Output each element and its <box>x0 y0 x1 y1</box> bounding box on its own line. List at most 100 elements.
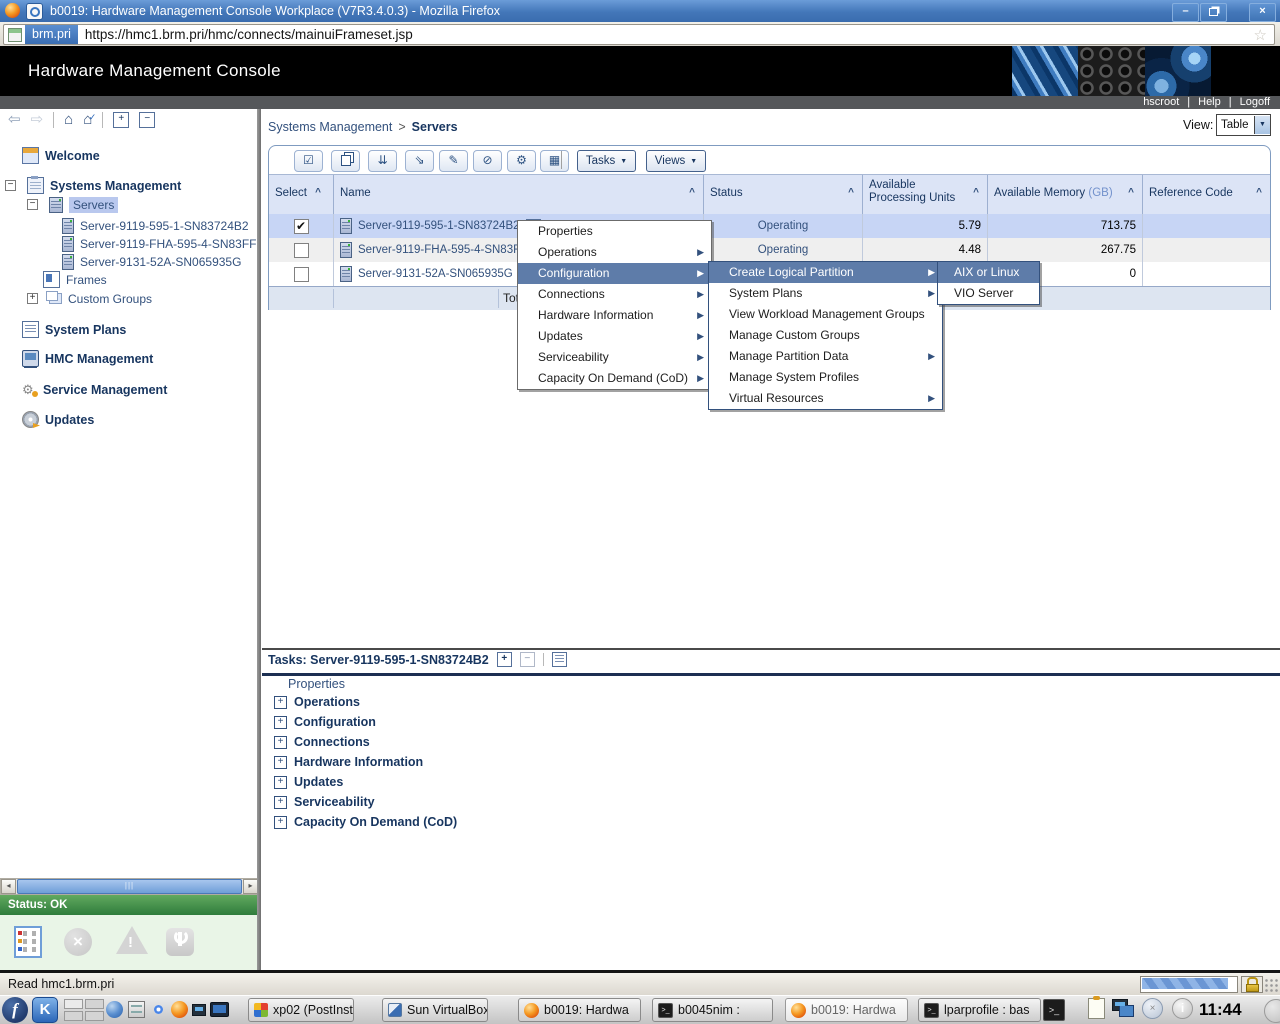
menu-item-virtual-resources[interactable]: Virtual Resources▶ <box>709 388 942 409</box>
menu-item-view-workload-management-groups[interactable]: View Workload Management Groups <box>709 304 942 325</box>
sidebar-item-hmc-management[interactable]: HMC Management <box>22 350 153 367</box>
menu-item-updates[interactable]: Updates▶ <box>518 326 711 347</box>
restore-button[interactable] <box>1200 3 1227 22</box>
user-link[interactable]: hscroot <box>1143 96 1179 109</box>
task-properties[interactable]: Properties <box>288 677 345 691</box>
tray-firefox-icon[interactable] <box>171 1001 188 1018</box>
sort-icon[interactable]: ^ <box>689 187 695 198</box>
column-header-processing-units[interactable]: Available Processing Units ^ <box>862 175 987 215</box>
status-service-icon[interactable] <box>166 928 194 956</box>
tray-archive-icon[interactable] <box>128 1001 145 1018</box>
tray-vnc-icon[interactable] <box>192 1004 206 1016</box>
url-text[interactable]: https://hmc1.brm.pri/hmc/connects/mainui… <box>85 27 413 42</box>
kde-menu-button[interactable]: K <box>32 997 58 1023</box>
sidebar-item-updates[interactable]: Updates <box>22 411 94 428</box>
taskbar-button-b0045nim[interactable]: >_ b0045nim : <box>652 998 773 1022</box>
sidebar-item-server-3[interactable]: Server-9131-52A-SN065935G <box>62 253 241 270</box>
sidebar-item-service-management[interactable]: ⚙ Service Management <box>22 381 167 398</box>
reset-columns-icon[interactable]: ▦ <box>540 150 569 172</box>
row-checkbox-checked[interactable]: ✔ <box>294 219 309 234</box>
task-group-updates[interactable]: + Updates <box>274 775 343 789</box>
task-group-capacity-on-demand[interactable]: + Capacity On Demand (CoD) <box>274 815 457 829</box>
expand-icon[interactable]: + <box>274 776 287 789</box>
menu-item-vio-server[interactable]: VIO Server <box>938 283 1039 304</box>
close-button[interactable]: × <box>1249 3 1276 22</box>
home-icon[interactable]: ⌂ <box>64 110 73 130</box>
clear-filter-icon[interactable]: ⇘ <box>405 150 434 172</box>
column-header-name[interactable]: Name ^ <box>333 175 703 215</box>
desktop-pager[interactable] <box>64 999 104 1021</box>
breadcrumb-parent[interactable]: Systems Management <box>268 120 392 134</box>
expand-icon[interactable]: + <box>274 756 287 769</box>
server-name-link[interactable]: Server-9119-595-1-SN83724B2 <box>358 220 520 232</box>
view-dropdown[interactable]: Table ▼ <box>1216 114 1271 136</box>
menu-item-manage-system-profiles[interactable]: Manage System Profiles <box>709 367 942 388</box>
table-row-1[interactable]: ✔ Server-9119-595-1-SN83724B2 » Operatin… <box>269 214 1270 238</box>
collapse-node-icon[interactable]: − <box>27 199 38 210</box>
forward-icon[interactable]: ⇨ <box>31 110 44 130</box>
taskbar-button-virtualbox[interactable]: Sun VirtualBox <box>382 998 488 1022</box>
menu-item-properties[interactable]: Properties <box>518 221 711 242</box>
sidebar-item-system-plans[interactable]: System Plans <box>22 321 126 338</box>
status-error-icon[interactable]: × <box>64 928 92 956</box>
clear-sort-icon[interactable]: ⊘ <box>473 150 502 172</box>
deselect-all-icon[interactable] <box>331 150 360 172</box>
collapse-node-icon[interactable]: − <box>5 180 16 191</box>
taskbar-button-lparprofile[interactable]: >_ lparprofile : bas <box>918 998 1041 1022</box>
status-log-icon[interactable] <box>14 926 42 958</box>
tray-terminal-icon[interactable]: >_ <box>1043 999 1065 1021</box>
menu-item-hardware-information[interactable]: Hardware Information▶ <box>518 305 711 326</box>
column-header-select[interactable]: Select ^ <box>269 175 333 215</box>
sort-icon[interactable]: ^ <box>315 187 321 198</box>
scrollbar-thumb[interactable]: ||| <box>17 879 242 894</box>
menu-item-aix-or-linux[interactable]: AIX or Linux <box>938 262 1039 283</box>
dropdown-arrow-icon[interactable]: ▼ <box>1254 116 1270 134</box>
task-group-operations[interactable]: + Operations <box>274 695 360 709</box>
select-all-icon[interactable]: ☑ <box>294 150 323 172</box>
sidebar-item-server-1[interactable]: Server-9119-595-1-SN83724B2 <box>62 217 249 234</box>
expand-icon[interactable]: + <box>274 796 287 809</box>
expand-icon[interactable]: + <box>274 716 287 729</box>
menu-item-connections[interactable]: Connections▶ <box>518 284 711 305</box>
minimize-button[interactable]: – <box>1172 3 1199 22</box>
tray-display-icon[interactable] <box>210 1002 229 1017</box>
task-group-connections[interactable]: + Connections <box>274 735 370 749</box>
column-header-status[interactable]: Status ^ <box>703 175 862 215</box>
server-name-link[interactable]: Server-9119-FHA-595-4-SN83FF3E <box>358 244 541 256</box>
scroll-left-icon[interactable]: ◂ <box>1 879 16 894</box>
tray-info-icon[interactable]: i <box>1172 998 1193 1019</box>
fedora-menu-button[interactable]: f <box>2 997 28 1023</box>
back-icon[interactable]: ⇦ <box>8 110 21 130</box>
sort-icon[interactable]: ^ <box>973 187 979 198</box>
sidebar-item-systems-management[interactable]: − Systems Management <box>5 177 181 194</box>
expand-icon[interactable]: + <box>274 696 287 709</box>
show-filter-row-icon[interactable]: ⇊ <box>368 150 397 172</box>
menu-item-create-logical-partition[interactable]: Create Logical Partition▶ <box>709 262 942 283</box>
sidebar-item-frames[interactable]: Frames <box>43 271 107 288</box>
taskbar-clock[interactable]: 11:44 <box>1199 995 1242 1024</box>
menu-item-capacity-on-demand[interactable]: Capacity On Demand (CoD)▶ <box>518 368 711 389</box>
taskbar-button-b0019-1[interactable]: b0019: Hardwa <box>518 998 641 1022</box>
edit-sort-icon[interactable]: ✎ <box>439 150 468 172</box>
url-field[interactable]: brm.pri https://hmc1.brm.pri/hmc/connect… <box>3 24 1275 45</box>
expand-all-tasks-icon[interactable]: + <box>497 652 512 667</box>
views-menu-button[interactable]: Views ▼ <box>646 150 706 172</box>
tray-messenger-icon[interactable]: × <box>1142 998 1163 1019</box>
tasks-menu-button[interactable]: Tasks ▼ <box>577 150 636 172</box>
table-row-2[interactable]: Server-9119-FHA-595-4-SN83FF3E Operating… <box>269 238 1270 262</box>
pane-divider[interactable] <box>257 109 261 970</box>
expand-node-icon[interactable]: + <box>27 293 38 304</box>
expand-icon[interactable]: + <box>274 736 287 749</box>
sidebar-item-welcome[interactable]: Welcome <box>22 147 100 164</box>
menu-item-system-plans[interactable]: System Plans▶ <box>709 283 942 304</box>
menu-item-serviceability[interactable]: Serviceability▶ <box>518 347 711 368</box>
sidebar-scrollbar[interactable]: ◂ ||| ▸ <box>0 878 259 895</box>
task-list-view-icon[interactable] <box>552 652 567 667</box>
expand-all-icon[interactable]: + <box>113 112 129 128</box>
task-group-configuration[interactable]: + Configuration <box>274 715 376 729</box>
sidebar-item-custom-groups[interactable]: + Custom Groups <box>27 290 152 307</box>
sidebar-item-server-2[interactable]: Server-9119-FHA-595-4-SN83FF3E <box>62 235 257 252</box>
server-name-link[interactable]: Server-9131-52A-SN065935G <box>358 268 513 280</box>
sort-icon[interactable]: ^ <box>1128 187 1134 198</box>
status-warning-icon[interactable]: ! <box>116 926 148 954</box>
